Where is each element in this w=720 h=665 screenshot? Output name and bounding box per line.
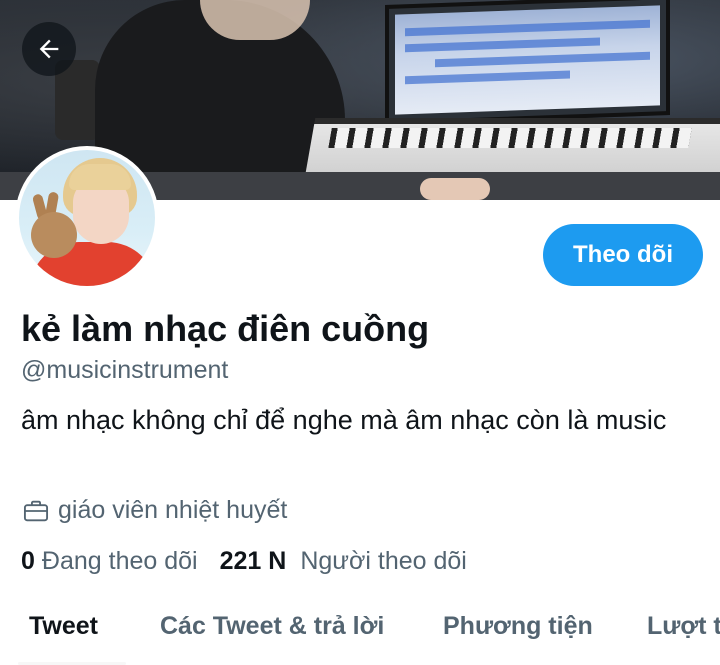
briefcase-icon [23,500,49,521]
profile-tabs: Tweet Các Tweet & trả lời Phương tiện Lư… [0,598,720,665]
follow-button[interactable]: Theo dõi [543,224,703,286]
profile-bio: âm nhạc không chỉ để nghe mà âm nhạc còn… [21,405,667,435]
back-button[interactable] [22,22,76,76]
followers-count: 221 N [219,547,287,575]
avatar-bunny [31,212,77,258]
banner-piano-keys [328,128,692,148]
banner-screen-track [405,37,600,53]
display-name: kẻ làm nhạc điên cuồng [21,308,430,349]
following-count: 0 [21,547,35,575]
job-label: giáo viên nhiệt huyết [58,496,288,524]
tab-tweets-replies[interactable]: Các Tweet & trả lời [160,612,384,641]
followers-label: Người theo dõi [300,547,467,575]
tab-tweets[interactable]: Tweet [29,612,98,641]
banner-keyboard [304,118,720,178]
following-link[interactable]: 0 Đang theo dõi [21,547,198,576]
banner-hand [420,178,490,200]
following-label: Đang theo dõi [41,547,198,575]
followers-link[interactable]: 221 N Người theo dõi [220,547,467,576]
avatar-fringe [69,164,131,190]
banner-screen-track [405,19,650,37]
tab-likes[interactable]: Lượt t [647,612,720,641]
banner-screen-track [435,51,650,68]
profile-avatar[interactable] [15,146,159,290]
user-handle: @musicinstrument [21,356,229,384]
tab-media[interactable]: Phương tiện [443,612,593,641]
follow-stats: 0 Đang theo dõi 221 N Người theo dõi [21,547,467,576]
profile-job: giáo viên nhiệt huyết [22,496,287,525]
banner-monitor [385,0,670,125]
arrow-left-icon [39,39,59,59]
banner-screen-track [405,70,570,85]
banner-monitor-screen [395,5,660,115]
avatar-image [19,150,155,286]
